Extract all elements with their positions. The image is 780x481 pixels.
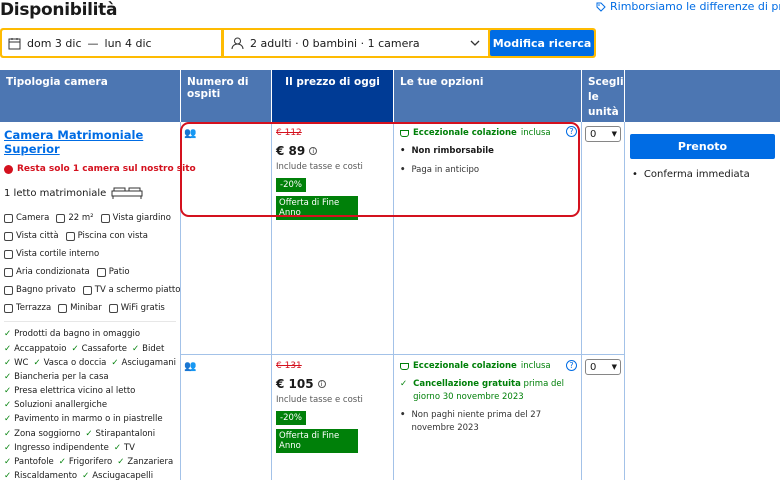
facility-row: Bagno privato TV a schermo piatto (4, 285, 180, 295)
patio-icon (96, 267, 106, 277)
pool-view-icon (65, 231, 75, 241)
book-button[interactable]: Prenoto (630, 134, 775, 159)
garden-view-icon (100, 213, 110, 223)
amenity-row: Zona soggiornoStirapantaloni (4, 429, 155, 439)
amenity-row: Prodotti da bagno in omaggio (4, 329, 140, 339)
dates-field[interactable]: dom 3 dic — lun 4 dic (2, 30, 221, 56)
refund-link[interactable]: Rimborsiamo le differenze di prezzo (596, 0, 780, 13)
room-name-link[interactable]: Camera Matrimoniale Superior (4, 128, 164, 156)
amenity-row: Ingresso indipendenteTV (4, 443, 135, 453)
free-cancellation-label: Cancellazione gratuita (413, 379, 521, 389)
date-checkin: dom 3 dic (27, 36, 82, 50)
minibar-icon (58, 303, 68, 313)
person-icon (231, 37, 244, 49)
tax-note: Include tasse e costi (276, 395, 363, 405)
price-block: € 131 € 105 i Include tasse e costi -20% … (276, 361, 363, 453)
scarcity-notice: Resta solo 1 camera sul nostro sito (4, 164, 196, 174)
guests-summary: 2 adulti · 0 bambini · 1 camera (250, 36, 420, 50)
facility-row: Aria condizionata Patio (4, 267, 130, 277)
amenity-row: WCVasca o docciaAsciugamani (4, 358, 176, 368)
guests-field[interactable]: 2 adulti · 0 bambini · 1 camera (224, 30, 488, 56)
highlight-box (180, 122, 580, 217)
divider (4, 321, 176, 322)
bath-icon (4, 285, 13, 295)
header-room-type: Tipologia camera (0, 70, 180, 122)
tv-icon (82, 285, 92, 295)
original-price: € 131 (276, 361, 302, 371)
facility-row: Vista cortile interno (4, 249, 99, 259)
help-icon[interactable]: ? (566, 360, 577, 371)
header-book (625, 70, 780, 122)
room-quantity-select[interactable]: 0 ▼ (585, 359, 621, 375)
wifi-icon (108, 303, 118, 313)
calendar-icon (8, 37, 21, 49)
header-guests: Numero di ospiti (181, 70, 271, 122)
snowflake-icon (4, 267, 13, 277)
header-options: Le tue opzioni (394, 70, 581, 122)
amenity-row: Biancheria per la casa (4, 372, 108, 382)
facility-row: Terrazza Minibar WiFi gratis (4, 303, 165, 313)
search-bar: dom 3 dic — lun 4 dic 2 adulti · 0 bambi… (0, 28, 596, 58)
terrace-icon (4, 303, 13, 313)
guests-icon: 👥 (184, 361, 196, 372)
chevron-down-icon: ▼ (611, 363, 617, 371)
instant-confirmation: • Conferma immediata (632, 169, 750, 180)
amenity-row: PantofoleFrigoriferoZanzariera (4, 457, 173, 467)
refund-link-label: Rimborsiamo le differenze di prezzo (610, 0, 780, 13)
double-bed-icon (111, 187, 143, 199)
chevron-down-icon (470, 40, 480, 46)
coffee-cup-icon (400, 362, 409, 370)
amenity-row: Presa elettrica vicino al letto (4, 386, 135, 396)
area-icon (56, 213, 66, 223)
page-title: Disponibilità (0, 0, 118, 20)
tag-icon (596, 2, 606, 12)
date-checkout: lun 4 dic (104, 36, 152, 50)
header-units: Scegli le unità (582, 70, 624, 122)
chevron-down-icon: ▼ (611, 130, 617, 138)
bed-info: 1 letto matrimoniale (4, 187, 143, 199)
facility-row: Vista città Piscina con vista (4, 231, 148, 241)
deal-badge: Offerta di Fine Anno (276, 429, 358, 453)
current-price: € 105 (276, 377, 314, 391)
amenity-row: Pavimento in marmo o in piastrelle (4, 414, 163, 424)
info-icon[interactable]: i (317, 380, 326, 388)
date-separator: — (87, 36, 99, 50)
discount-badge: -20% (276, 411, 306, 425)
header-price: Il prezzo di oggi (272, 70, 393, 122)
room-icon (4, 213, 13, 223)
options-block: Eccezionale colazione inclusa ✓ Cancellazi… (400, 361, 570, 435)
facility-row: Camera 22 m² Vista giardino (4, 213, 171, 223)
courtyard-view-icon (4, 249, 13, 259)
amenity-row: AccappatoioCassaforteBidet (4, 344, 164, 354)
city-view-icon (4, 231, 13, 241)
pay-later-label: Non paghi niente prima del 27 novembre 2… (411, 410, 542, 433)
modify-search-button[interactable]: Modifica ricerca (490, 30, 594, 56)
amenity-row: Soluzioni anallergiche (4, 400, 107, 410)
room-quantity-select[interactable]: 0 ▼ (585, 126, 621, 142)
alert-dot-icon (4, 164, 13, 174)
